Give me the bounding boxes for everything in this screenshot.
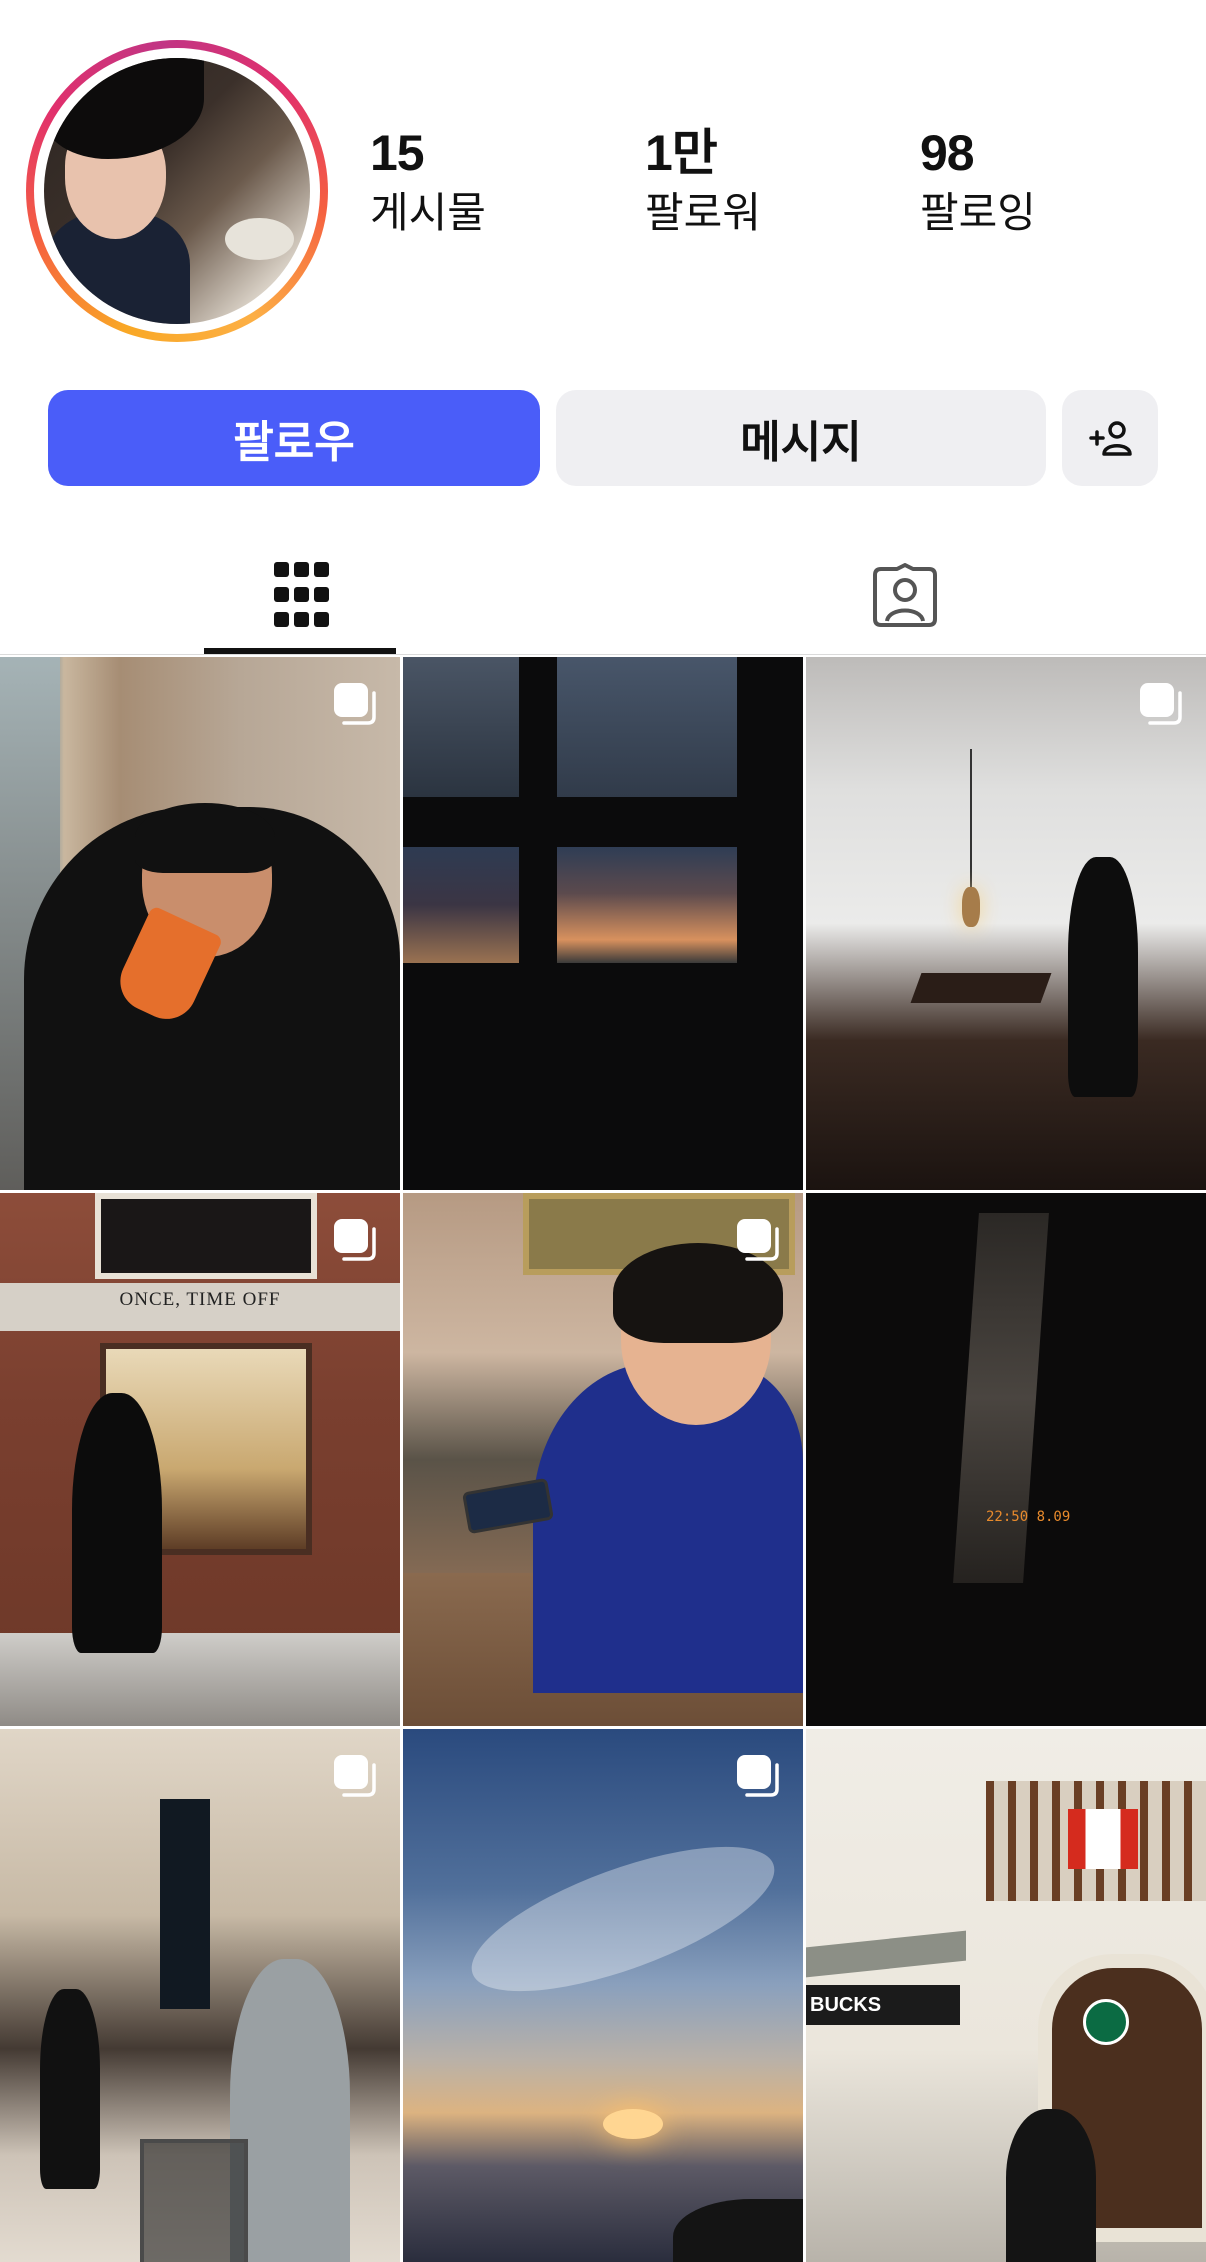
photo-luggage-cart <box>140 2139 248 2262</box>
following-count-label: 팔로잉 <box>920 189 1036 236</box>
photo-ground <box>0 1633 400 1726</box>
multi-photo-icon <box>334 1755 376 1797</box>
avatar-ring-gap <box>34 48 320 334</box>
photo-window-pane <box>557 847 737 963</box>
multi-photo-icon <box>1140 683 1182 725</box>
post-thumbnail[interactable] <box>0 657 400 1190</box>
add-person-icon <box>1089 421 1132 456</box>
suggest-people-button[interactable] <box>1062 390 1158 486</box>
photo-store-sign: BUCKS <box>806 1985 960 2025</box>
avatar-plate <box>224 217 295 261</box>
photo-window-pane <box>557 657 737 797</box>
photo-person <box>72 1393 162 1653</box>
photo-cloud <box>455 1817 791 2021</box>
message-button[interactable]: 메시지 <box>556 390 1046 486</box>
tab-posts[interactable] <box>0 540 603 650</box>
post-thumbnail[interactable] <box>0 1729 400 2262</box>
photo-person <box>230 1959 350 2262</box>
photo-person <box>1068 857 1138 1097</box>
multi-photo-icon <box>737 1219 779 1261</box>
post-thumbnail[interactable] <box>403 1193 803 1726</box>
posts-count-value: 15 <box>370 125 425 181</box>
followers-count[interactable]: 1만 팔로워 <box>645 128 761 234</box>
following-count[interactable]: 98 팔로잉 <box>920 128 1036 234</box>
follow-button[interactable]: 팔로우 <box>48 390 540 486</box>
multi-photo-icon <box>737 1755 779 1797</box>
post-thumbnail[interactable]: BUCKS <box>806 1729 1206 2262</box>
photo-sign-text: ONCE, TIME OFF <box>119 1289 281 1310</box>
photo-table <box>910 973 1052 1003</box>
posts-count-label: 게시물 <box>370 189 486 236</box>
followers-count-label: 팔로워 <box>645 189 761 236</box>
photo-window-pane <box>403 847 519 963</box>
posts-count[interactable]: 15 게시물 <box>370 128 486 234</box>
photo-banner <box>160 1799 210 2009</box>
photo-store-logo <box>1083 1999 1129 2045</box>
grid-icon <box>273 562 329 627</box>
post-thumbnail[interactable] <box>403 657 803 1190</box>
message-button-label: 메시지 <box>740 418 862 467</box>
photo-person-hair <box>135 803 275 873</box>
photo-shore <box>673 2199 803 2262</box>
avatar-person-hair <box>44 58 204 160</box>
following-count-value: 98 <box>920 125 975 181</box>
photo-upper-window <box>95 1193 317 1279</box>
photo-light-beam <box>953 1213 1049 1583</box>
photo-lamp <box>962 887 980 927</box>
post-thumbnail[interactable] <box>806 657 1206 1190</box>
photo-person <box>40 1989 100 2189</box>
tagged-person-icon <box>872 563 937 627</box>
photo-sun <box>603 2109 663 2139</box>
multi-photo-icon <box>334 1219 376 1261</box>
story-ring[interactable] <box>26 40 328 342</box>
photo-roof <box>806 1930 966 1978</box>
photo-clock-text: 22:50 8.09 <box>986 1509 1071 1525</box>
follow-button-label: 팔로우 <box>233 418 355 467</box>
tab-tagged[interactable] <box>603 540 1206 650</box>
photo-flag <box>1068 1809 1138 1869</box>
photo-person <box>1006 2109 1096 2262</box>
post-thumbnail[interactable]: 22:50 8.09 <box>806 1193 1206 1726</box>
avatar[interactable] <box>44 58 310 324</box>
photo-window-pane <box>403 657 519 797</box>
post-thumbnail[interactable]: ONCE, TIME OFF <box>0 1193 400 1726</box>
post-thumbnail[interactable] <box>403 1729 803 2262</box>
tabs-divider <box>0 654 1206 655</box>
multi-photo-icon <box>334 683 376 725</box>
followers-count-value: 1만 <box>645 125 718 181</box>
photo-lamp-cord <box>970 749 972 889</box>
